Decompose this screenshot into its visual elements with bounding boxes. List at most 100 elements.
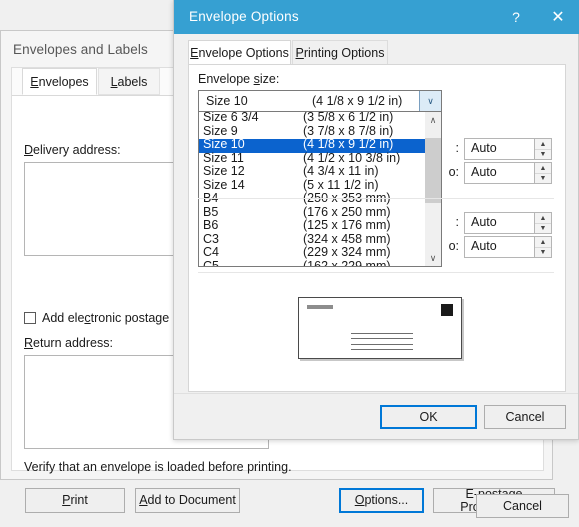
dropdown-option-name: Size 11 [203, 150, 244, 165]
stepper-down-glyph: ▼ [539, 150, 547, 158]
dropdown-option-name: C4 [203, 245, 219, 259]
dropdown-scrollbar[interactable]: ∧ ∨ [425, 112, 441, 266]
ok-button-label: OK [419, 409, 438, 424]
chevron-down-glyph: ∨ [427, 95, 434, 106]
help-icon[interactable]: ? [496, 0, 536, 34]
dropdown-option-name: Size 9 [203, 123, 238, 138]
delivery-from-left-stepper[interactable]: ▲ ▼ [534, 138, 552, 160]
stepper-up-glyph: ▲ [539, 164, 547, 172]
envelope-size-label: Envelope size: [198, 72, 280, 86]
preview-divider [198, 272, 554, 273]
dropdown-option-dimension: (3 7/8 x 8 7/8 in) [303, 123, 394, 138]
add-to-document-button[interactable]: Add to Document [135, 488, 240, 513]
add-to-document-button-label: Add to Document [139, 493, 236, 508]
return-from-top-label: o: [448, 239, 459, 253]
return-from-left-label: : [455, 215, 459, 229]
close-icon[interactable]: ✕ [536, 0, 579, 34]
options-button-label: Options... [354, 493, 409, 508]
dropdown-option-dimension: (324 x 458 mm) [303, 231, 391, 246]
cancel-button-label: Cancel [505, 409, 545, 424]
dropdown-option-name: Size 14 [203, 177, 245, 192]
ok-button[interactable]: OK [380, 405, 477, 429]
verify-envelope-text: Verify that an envelope is loaded before… [24, 460, 292, 474]
stepper-down-glyph: ▼ [539, 248, 547, 256]
tab-printing-options-rest: rinting Options [303, 46, 385, 60]
dropdown-option-name: Size 10 [203, 137, 245, 151]
tab-envelope-options[interactable]: Envelope Options [188, 40, 291, 65]
envelope-address-line [351, 349, 413, 350]
stepper-down-glyph: ▼ [539, 174, 547, 182]
scroll-up-icon[interactable]: ∧ [425, 112, 441, 128]
envelope-address-line [351, 344, 413, 345]
envelope-size-combo-value: Size 10 [206, 94, 248, 108]
dropdown-option-dimension: (162 x 229 mm) [303, 258, 391, 267]
delivery-from-top-input[interactable]: Auto ▲ ▼ [464, 162, 552, 184]
tab-envelopes[interactable]: Envelopes [22, 68, 97, 95]
delivery-from-left-input[interactable]: Auto ▲ ▼ [464, 138, 552, 160]
stepper-up-glyph: ▲ [539, 140, 547, 148]
dropdown-option-dimension: (5 x 11 1/2 in) [303, 177, 379, 192]
envelope-options-titlebar: Envelope Options ? ✕ [174, 0, 579, 34]
dropdown-option-name: Size 6 3/4 [203, 111, 259, 124]
envelope-preview [298, 297, 462, 359]
tab-printing-options[interactable]: Printing Options [292, 40, 388, 65]
delivery-address-label: Delivery address: [24, 143, 121, 157]
outer-cancel-button[interactable]: Cancel [476, 494, 569, 518]
delivery-from-top-label: o: [448, 165, 459, 179]
envelope-size-combo-dimension: (4 1/8 x 9 1/2 in) [312, 94, 403, 108]
scroll-down-glyph: ∨ [429, 252, 437, 263]
stepper-down-icon[interactable]: ▼ [535, 173, 551, 183]
return-from-left-input[interactable]: Auto ▲ ▼ [464, 212, 552, 234]
print-button-label: Print [62, 493, 88, 508]
tab-envelopes-accel: E [30, 75, 39, 89]
dropdown-option-dimension: (3 5/8 x 6 1/2 in) [303, 111, 394, 124]
tab-envelopes-rest: nvelopes [38, 75, 89, 89]
options-button[interactable]: Options... [339, 488, 424, 513]
tab-labels-rest: abels [117, 75, 148, 89]
delivery-from-left-value: Auto [471, 141, 497, 155]
return-from-top-value: Auto [471, 239, 497, 253]
dropdown-option-name: B5 [203, 204, 219, 219]
stepper-down-icon[interactable]: ▼ [535, 149, 551, 159]
dropdown-option-name: C3 [203, 231, 219, 246]
return-from-top-input[interactable]: Auto ▲ ▼ [464, 236, 552, 258]
tab-labels-accel: L [110, 75, 118, 89]
dropdown-option-dimension: (4 1/2 x 10 3/8 in) [303, 150, 401, 165]
envelope-size-combo[interactable]: Size 10 (4 1/8 x 9 1/2 in) ∨ [198, 90, 442, 112]
return-from-top-stepper[interactable]: ▲ ▼ [534, 236, 552, 258]
dropdown-option-name: B6 [203, 218, 219, 232]
help-glyph: ? [512, 9, 520, 25]
envelope-return-address-mark [307, 305, 333, 309]
print-button[interactable]: Print [25, 488, 125, 513]
envelope-options-dialog: Envelope Options ? ✕ Envelope Options Pr… [173, 0, 579, 440]
footer-separator [174, 393, 578, 394]
dropdown-option[interactable]: C5 (162 x 229 mm) [199, 258, 426, 267]
cancel-button[interactable]: Cancel [484, 405, 566, 429]
envelope-options-panel: Envelope size: Size 10 (4 1/8 x 9 1/2 in… [188, 64, 566, 392]
screen: Envelopes and Labels Envelopes Labels De… [0, 0, 579, 527]
stepper-up-glyph: ▲ [539, 238, 547, 246]
dropdown-option-dimension: (4 3/4 x 11 in) [303, 164, 379, 178]
envelope-address-line [351, 333, 413, 334]
outer-cancel-label: Cancel [503, 498, 542, 513]
dropdown-option-dimension: (229 x 324 mm) [303, 245, 391, 259]
scroll-down-icon[interactable]: ∨ [425, 250, 441, 266]
envelope-shape [298, 297, 462, 359]
envelope-size-option-list: Size 6 3/4 (3 5/8 x 6 1/2 in) Size 9 (3 7/8… [199, 111, 426, 267]
chevron-down-icon[interactable]: ∨ [419, 91, 441, 111]
scrollbar-thumb[interactable] [425, 138, 441, 203]
stepper-down-icon[interactable]: ▼ [535, 223, 551, 233]
add-electronic-postage-checkbox[interactable] [24, 312, 36, 324]
stepper-down-glyph: ▼ [539, 224, 547, 232]
dropdown-option-dimension: (4 1/8 x 9 1/2 in) [303, 137, 394, 151]
envelope-size-dropdown[interactable]: Size 6 3/4 (3 5/8 x 6 1/2 in) Size 9 (3 7/8… [198, 111, 442, 267]
return-from-left-stepper[interactable]: ▲ ▼ [534, 212, 552, 234]
tab-labels[interactable]: Labels [98, 68, 160, 95]
delivery-from-top-stepper[interactable]: ▲ ▼ [534, 162, 552, 184]
dropdown-option-name: C5 [203, 258, 219, 267]
delivery-from-left-label: : [455, 141, 459, 155]
stepper-down-icon[interactable]: ▼ [535, 247, 551, 257]
delivery-from-top-value: Auto [471, 165, 497, 179]
envelope-address-line [351, 338, 413, 339]
tab-envelope-options-rest: nvelope Options [198, 46, 289, 60]
